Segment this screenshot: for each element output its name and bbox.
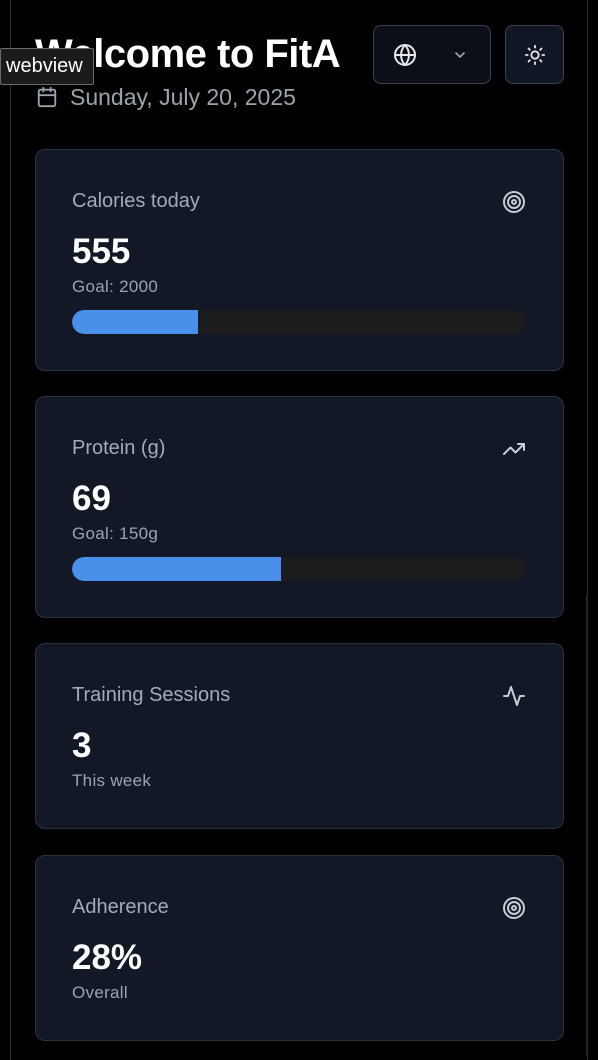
chevron-down-icon	[452, 47, 468, 63]
training-card: Training Sessions 3 This week	[35, 643, 564, 829]
calories-card: Calories today 555 Goal: 2000	[35, 149, 564, 371]
adherence-scope: Overall	[72, 983, 128, 1002]
scrollbar[interactable]	[586, 595, 588, 1055]
target-icon	[502, 190, 526, 214]
calories-value: 555	[72, 232, 131, 271]
adherence-value: 28%	[72, 938, 143, 977]
theme-toggle-button[interactable]	[505, 25, 564, 84]
training-label: Training Sessions	[72, 684, 231, 706]
adherence-card: Adherence 28% Overall	[35, 855, 564, 1041]
calendar-icon	[36, 86, 58, 108]
webview-tooltip: webview	[0, 48, 94, 85]
globe-icon	[393, 43, 417, 67]
training-period: This week	[72, 771, 152, 790]
adherence-label: Adherence	[72, 896, 169, 918]
protein-goal: Goal: 150g	[72, 524, 159, 543]
calories-label: Calories today	[72, 190, 200, 212]
protein-value: 69	[72, 479, 111, 518]
date-row: Sunday, July 20, 2025	[36, 82, 296, 112]
target-icon	[502, 896, 526, 920]
protein-progress-fill	[72, 557, 281, 581]
calories-progress-bar	[72, 310, 526, 334]
language-selector[interactable]	[373, 25, 491, 84]
sun-icon	[524, 44, 546, 66]
calories-goal: Goal: 2000	[72, 277, 159, 296]
calories-progress-fill	[72, 310, 198, 334]
protein-card: Protein (g) 69 Goal: 150g	[35, 396, 564, 618]
activity-icon	[502, 684, 526, 708]
protein-progress-bar	[72, 557, 526, 581]
trending-up-icon	[502, 437, 526, 461]
current-date: Sunday, July 20, 2025	[70, 83, 296, 110]
protein-label: Protein (g)	[72, 437, 166, 459]
training-value: 3	[72, 726, 92, 765]
